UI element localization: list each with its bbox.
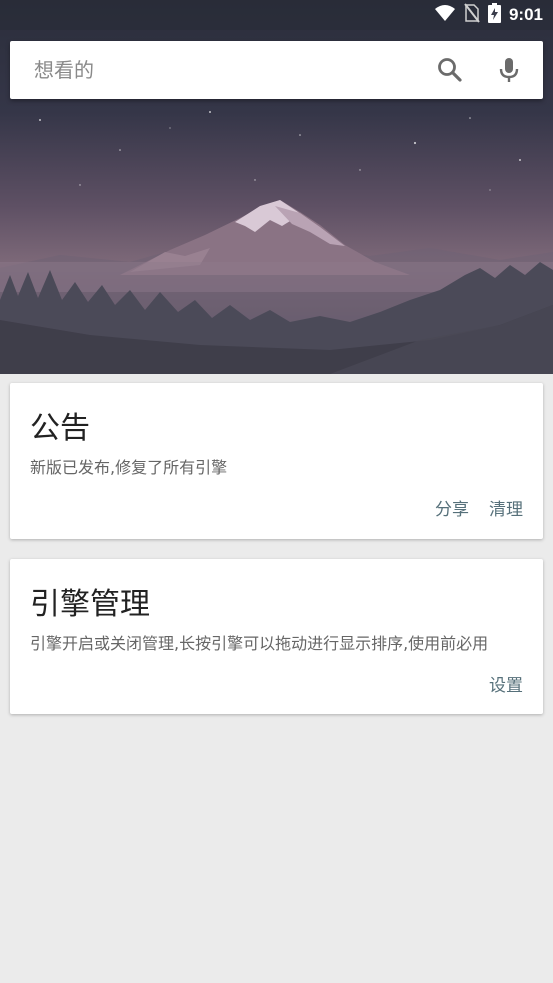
share-button[interactable]: 分享 (435, 495, 469, 520)
mic-icon[interactable] (495, 56, 523, 84)
status-time: 9:01 (508, 5, 543, 24)
clear-button[interactable]: 清理 (489, 495, 523, 520)
wifi-icon (434, 4, 456, 26)
announcement-card: 公告 新版已发布,修复了所有引擎 分享 清理 (10, 383, 543, 539)
search-bar (10, 41, 543, 99)
battery-charging-icon (487, 3, 501, 27)
engine-management-card: 引擎管理 引擎开启或关闭管理,长按引擎可以拖动进行显示排序,使用前必用 设置 (10, 559, 543, 714)
status-icons: 9:01 (434, 0, 543, 30)
card-description: 引擎开启或关闭管理,长按引擎可以拖动进行显示排序,使用前必用 (30, 634, 489, 653)
status-bar: 9:01 (0, 0, 553, 30)
card-title: 引擎管理 (30, 587, 150, 622)
search-input[interactable] (34, 41, 414, 99)
card-actions: 分享 清理 (435, 495, 523, 520)
search-icon[interactable] (436, 56, 464, 84)
card-title: 公告 (30, 411, 90, 446)
card-description: 新版已发布,修复了所有引擎 (30, 458, 228, 477)
settings-button[interactable]: 设置 (489, 671, 523, 696)
no-sim-icon (464, 3, 480, 27)
card-actions: 设置 (489, 671, 523, 696)
